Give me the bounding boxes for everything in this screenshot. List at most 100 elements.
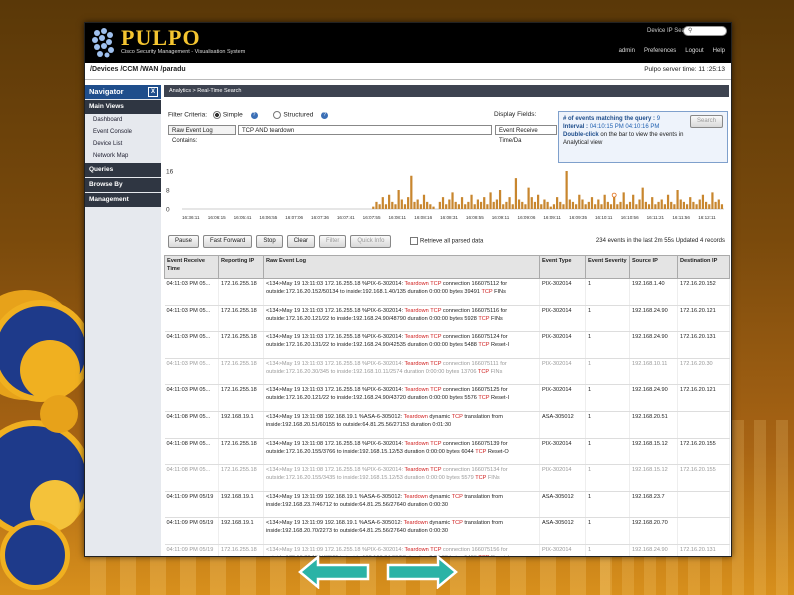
histogram-bar[interactable] <box>533 201 537 209</box>
histogram-bar[interactable] <box>717 199 720 210</box>
tab-real-time-search[interactable]: Analytics > Real-Time Search <box>164 85 729 97</box>
histogram-bar[interactable] <box>597 199 600 210</box>
next-slide-arrow-icon[interactable] <box>386 555 458 589</box>
histogram-bar[interactable] <box>410 175 413 209</box>
histogram-bar[interactable] <box>422 194 426 209</box>
histogram-bar[interactable] <box>457 204 460 209</box>
histogram-bar[interactable] <box>381 197 384 209</box>
table-row[interactable]: 04:11:08 PM 05... 172.16.255.18 <134>May 1… <box>164 464 730 492</box>
histogram-bar[interactable] <box>492 201 495 209</box>
histogram-bar[interactable] <box>432 206 435 209</box>
histogram-bar[interactable] <box>454 201 457 209</box>
histogram-bar[interactable] <box>568 199 571 210</box>
column-header[interactable]: Reporting IP <box>218 255 264 279</box>
table-row[interactable]: 04:11:03 PM 05... 172.16.255.18 <134>May 1… <box>164 358 730 386</box>
user-link[interactable]: admin <box>619 48 635 54</box>
histogram-bar[interactable] <box>641 187 644 209</box>
histogram-bar[interactable] <box>708 204 711 209</box>
histogram-bar[interactable] <box>441 197 445 209</box>
retrieve-all-checkbox[interactable]: Retrieve all parsed data <box>410 237 483 245</box>
search-button[interactable]: Search <box>689 115 723 128</box>
histogram-bar[interactable] <box>407 197 410 209</box>
histogram-bar[interactable] <box>594 204 597 209</box>
histogram-bar[interactable] <box>552 204 556 209</box>
histogram-bar[interactable] <box>660 199 663 210</box>
histogram-bar[interactable] <box>416 199 419 210</box>
table-row[interactable]: 04:11:08 PM 05... 192.168.19.1 <134>May 19… <box>164 411 730 439</box>
histogram-bar[interactable] <box>581 199 584 210</box>
histogram-bar[interactable] <box>517 199 521 210</box>
histogram-bar[interactable] <box>413 201 416 209</box>
histogram-bar[interactable] <box>616 204 619 209</box>
histogram-bar[interactable] <box>600 204 603 209</box>
histogram-bar[interactable] <box>679 199 682 210</box>
preferences-link[interactable]: Preferences <box>644 48 676 54</box>
event-histogram-chart[interactable]: 16 8 0 16:36:11 16:06:15 16:05:41 16:06:55 16:0… <box>164 165 729 227</box>
histogram-bar[interactable] <box>692 201 695 209</box>
histogram-bar[interactable] <box>676 190 679 209</box>
histogram-bar[interactable] <box>549 206 552 209</box>
simple-radio[interactable] <box>212 111 221 119</box>
histogram-bar[interactable] <box>647 204 651 209</box>
histogram-bar[interactable] <box>651 197 654 209</box>
histogram-bar[interactable] <box>720 204 724 209</box>
quick-info-button[interactable]: Quick Info <box>350 235 392 248</box>
table-row[interactable]: 04:11:03 PM 05... 172.16.255.18 <134>May 1… <box>164 331 730 359</box>
histogram-bar[interactable] <box>429 204 432 209</box>
histogram-bar[interactable] <box>571 201 575 209</box>
histogram-bar[interactable] <box>372 206 375 209</box>
clear-button[interactable]: Clear <box>286 235 316 248</box>
histogram-bar[interactable] <box>394 204 397 209</box>
histogram-bar[interactable] <box>460 197 464 209</box>
close-icon[interactable]: X <box>148 87 158 97</box>
previous-slide-arrow-icon[interactable] <box>298 555 370 589</box>
histogram-bar[interactable] <box>524 204 527 209</box>
histogram-bar[interactable] <box>378 204 381 209</box>
histogram-bar[interactable] <box>388 194 391 209</box>
histogram-bar[interactable] <box>505 201 508 209</box>
histogram-bar[interactable] <box>397 190 400 209</box>
histogram-bar[interactable] <box>698 199 701 210</box>
nav-item-event-console[interactable]: Event Console <box>85 126 161 138</box>
histogram-bar[interactable] <box>476 199 479 210</box>
histogram-bar[interactable] <box>511 204 514 209</box>
histogram-bar[interactable] <box>479 201 483 209</box>
histogram-bar[interactable] <box>451 192 454 209</box>
table-row[interactable]: 04:11:09 PM 05/19 192.168.19.1 <134>May 19… <box>164 491 730 519</box>
receive-time-field[interactable]: Event Receive Time/Da <box>495 125 557 144</box>
histogram-bar[interactable] <box>527 187 530 209</box>
histogram-bar[interactable] <box>673 204 676 209</box>
histogram-bar[interactable] <box>530 197 533 209</box>
histogram-bar[interactable] <box>543 199 546 210</box>
histogram-bar[interactable] <box>536 194 540 209</box>
histogram-bar[interactable] <box>419 204 422 209</box>
histogram-bar[interactable] <box>473 204 476 209</box>
histogram-bar[interactable] <box>464 204 467 209</box>
histogram-bar[interactable] <box>657 201 660 209</box>
histogram-bar[interactable] <box>391 201 394 209</box>
histogram-bar[interactable] <box>689 197 692 209</box>
histogram-bar[interactable] <box>575 204 578 209</box>
histogram-bar[interactable] <box>438 201 441 209</box>
nav-item-device-list[interactable]: Device List <box>85 138 161 150</box>
nav-section-browse-by[interactable]: Browse By <box>85 178 161 192</box>
histogram-bar[interactable] <box>467 201 470 209</box>
histogram-bar[interactable] <box>584 204 587 209</box>
stop-button[interactable]: Stop <box>256 235 283 248</box>
histogram-bar[interactable] <box>644 201 647 209</box>
filter-button[interactable]: Filter <box>319 235 347 248</box>
nav-item-network-map[interactable]: Network Map <box>85 150 161 162</box>
histogram-bar[interactable] <box>546 201 549 209</box>
histogram-bar[interactable] <box>384 204 388 209</box>
histogram-bar[interactable] <box>628 201 632 209</box>
histogram-bar[interactable] <box>486 204 489 209</box>
histogram-bar[interactable] <box>556 197 559 209</box>
histogram-bar[interactable] <box>638 199 641 210</box>
histogram-bar[interactable] <box>587 201 590 209</box>
histogram-bar[interactable] <box>622 192 625 209</box>
table-row[interactable]: 04:11:03 PM 05... 172.16.255.18 <134>May 1… <box>164 305 730 333</box>
histogram-bar[interactable] <box>682 201 686 209</box>
histogram-bar[interactable] <box>562 204 565 209</box>
histogram-bar[interactable] <box>400 199 403 210</box>
histogram-bar[interactable] <box>613 197 616 209</box>
